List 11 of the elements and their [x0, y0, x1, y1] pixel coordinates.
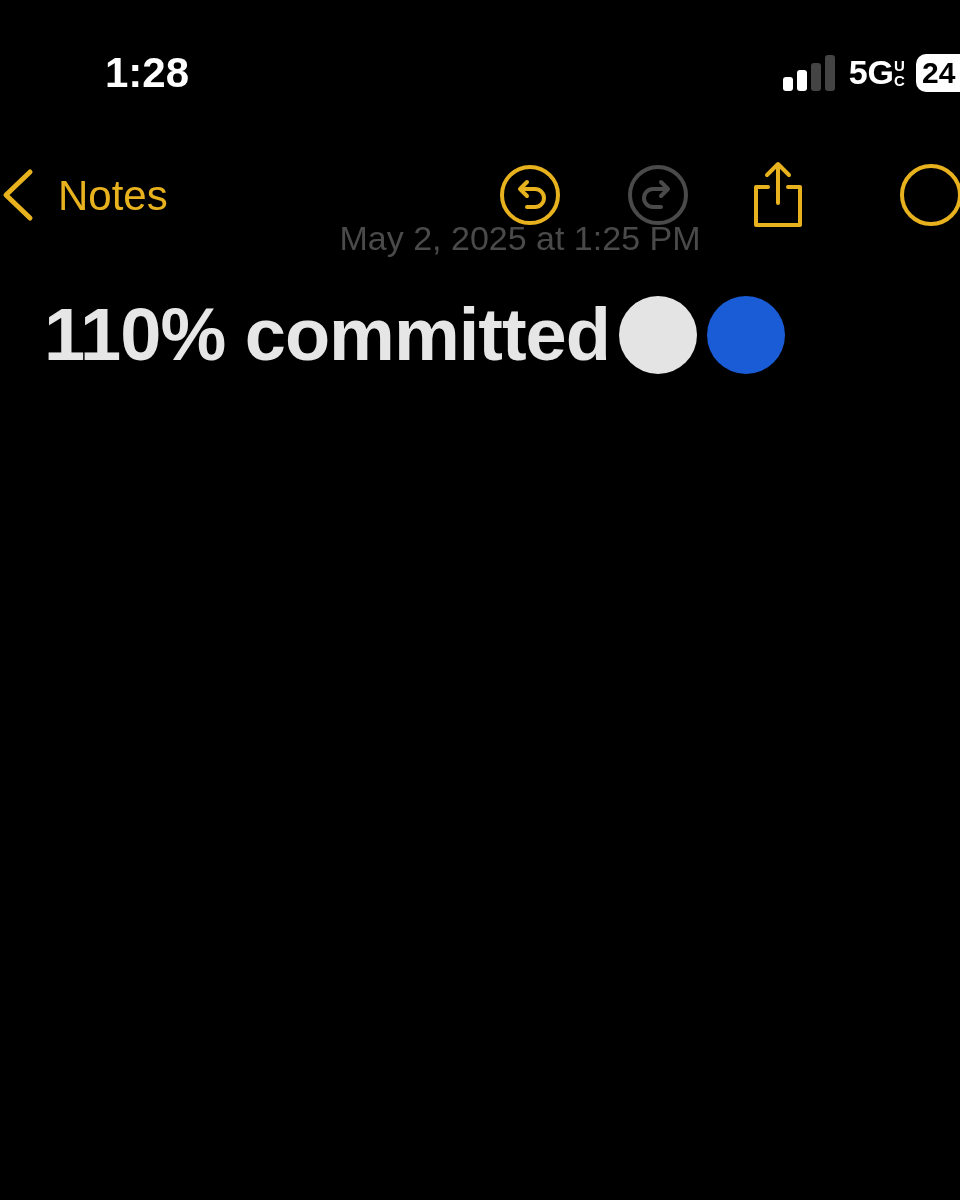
note-title: 110% committed [44, 292, 610, 378]
battery-indicator: 24 [916, 53, 960, 92]
undo-button[interactable] [497, 163, 562, 227]
status-time: 1:28 [105, 48, 190, 98]
note-date: May 2, 2025 at 1:25 PM [338, 218, 701, 259]
more-button[interactable] [899, 164, 960, 226]
network-label: 5G [848, 52, 894, 93]
back-button[interactable]: Notes [0, 163, 168, 227]
network-suffix: UC [894, 57, 906, 88]
redo-icon [626, 164, 689, 226]
undo-icon [498, 164, 561, 226]
